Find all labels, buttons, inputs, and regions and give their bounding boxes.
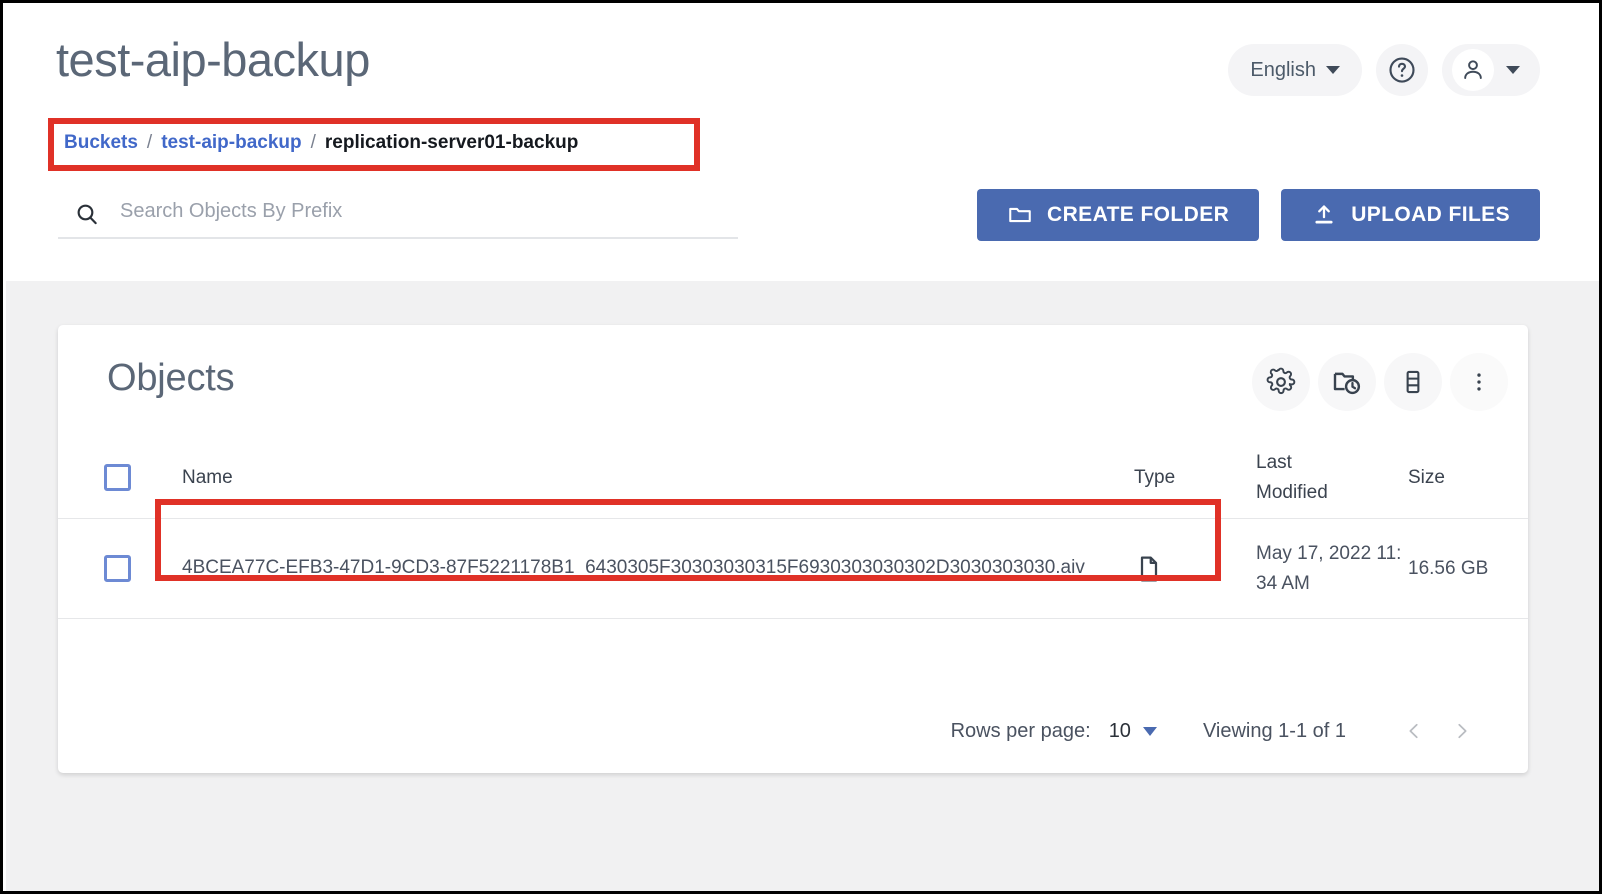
language-label: English bbox=[1250, 58, 1316, 81]
breadcrumb-separator: / bbox=[146, 132, 153, 153]
upload-files-button[interactable]: UPLOAD FILES bbox=[1281, 189, 1540, 241]
search-bar bbox=[58, 191, 738, 239]
rows-per-page-value: 10 bbox=[1108, 719, 1131, 742]
select-all-cell bbox=[104, 464, 182, 491]
document-icon bbox=[1140, 556, 1158, 581]
row-checkbox[interactable] bbox=[104, 555, 131, 582]
help-button[interactable] bbox=[1376, 44, 1428, 96]
search-input[interactable] bbox=[116, 199, 738, 229]
next-page-button[interactable] bbox=[1438, 707, 1486, 755]
select-all-checkbox[interactable] bbox=[104, 464, 131, 491]
breadcrumb: Buckets / test-aip-backup / replication-… bbox=[64, 132, 578, 154]
header-cell-size: Size bbox=[1408, 466, 1445, 488]
breadcrumb-separator: / bbox=[310, 132, 316, 153]
content-area: Objects Name Type Last Modified Size 4BC… bbox=[6, 281, 1599, 891]
cell-last-modified: May 17, 2022 11:34 AM bbox=[1256, 543, 1402, 594]
folder-clock-icon bbox=[1333, 372, 1361, 395]
breadcrumb-item-bucket[interactable]: test-aip-backup bbox=[161, 132, 301, 154]
gear-icon bbox=[1266, 367, 1296, 395]
header-cell-name: Name bbox=[182, 466, 233, 488]
storage-tier-icon bbox=[1406, 370, 1420, 394]
objects-title: Objects bbox=[107, 357, 235, 399]
rows-per-page-label: Rows per page: bbox=[950, 719, 1091, 742]
objects-toolbar-icons bbox=[1252, 353, 1508, 411]
chevron-down-icon bbox=[1142, 726, 1157, 736]
settings-button[interactable] bbox=[1252, 353, 1310, 411]
help-circle-icon bbox=[1389, 57, 1415, 83]
row-select-cell bbox=[104, 555, 182, 582]
cell-size: 16.56 GB bbox=[1408, 557, 1489, 579]
objects-card: Objects Name Type Last Modified Size 4BC… bbox=[58, 325, 1528, 773]
storage-tier-button[interactable] bbox=[1384, 353, 1442, 411]
cell-object-type bbox=[1134, 554, 1256, 584]
user-menu[interactable] bbox=[1442, 44, 1540, 96]
object-versions-button[interactable] bbox=[1318, 353, 1376, 411]
object-actions: CREATE FOLDER UPLOAD FILES bbox=[977, 189, 1540, 241]
viewing-range-label: Viewing 1-1 of 1 bbox=[1202, 719, 1346, 742]
table-row[interactable]: 4BCEA77C-EFB3-47D1-9CD3-87F5221178B1_643… bbox=[58, 519, 1528, 619]
search-icon bbox=[58, 201, 116, 227]
previous-page-button[interactable] bbox=[1390, 707, 1438, 755]
table-header-row: Name Type Last Modified Size bbox=[58, 437, 1528, 519]
app-window: test-aip-backup English Buckets / test-a… bbox=[0, 0, 1602, 894]
create-folder-label: CREATE FOLDER bbox=[1047, 203, 1230, 226]
more-options-button[interactable] bbox=[1450, 353, 1508, 411]
page-title: test-aip-backup bbox=[56, 33, 370, 86]
breadcrumb-item-buckets[interactable]: Buckets bbox=[64, 132, 138, 154]
chevron-right-icon bbox=[1458, 723, 1467, 739]
header-cell-last-modified: Last Modified bbox=[1256, 452, 1328, 503]
chevron-down-icon bbox=[1326, 66, 1340, 74]
chevron-left-icon bbox=[1409, 723, 1418, 739]
rows-per-page-select[interactable]: 10 bbox=[1109, 720, 1157, 743]
header-cell-type: Type bbox=[1134, 466, 1176, 488]
header-controls: English bbox=[1228, 44, 1540, 96]
breadcrumb-item-current: replication-server01-backup bbox=[324, 132, 579, 153]
search-glyph bbox=[77, 204, 97, 225]
person-icon bbox=[1464, 60, 1482, 79]
upload-files-label: UPLOAD FILES bbox=[1351, 203, 1510, 226]
cell-object-name: 4BCEA77C-EFB3-47D1-9CD3-87F5221178B1_643… bbox=[182, 557, 1085, 579]
table-pagination: Rows per page: 10 Viewing 1-1 of 1 bbox=[58, 689, 1528, 773]
more-vertical-icon bbox=[1477, 373, 1481, 391]
folder-icon bbox=[1009, 207, 1031, 223]
upload-arrow-icon bbox=[1315, 205, 1333, 224]
objects-table: Name Type Last Modified Size 4BCEA77C-EF… bbox=[58, 437, 1528, 619]
chevron-down-icon bbox=[1506, 66, 1520, 74]
language-selector[interactable]: English bbox=[1228, 44, 1362, 96]
create-folder-button[interactable]: CREATE FOLDER bbox=[977, 189, 1260, 241]
page-header: test-aip-backup English Buckets / test-a… bbox=[6, 6, 1599, 281]
objects-card-header: Objects bbox=[58, 325, 1528, 437]
avatar bbox=[1452, 49, 1494, 91]
